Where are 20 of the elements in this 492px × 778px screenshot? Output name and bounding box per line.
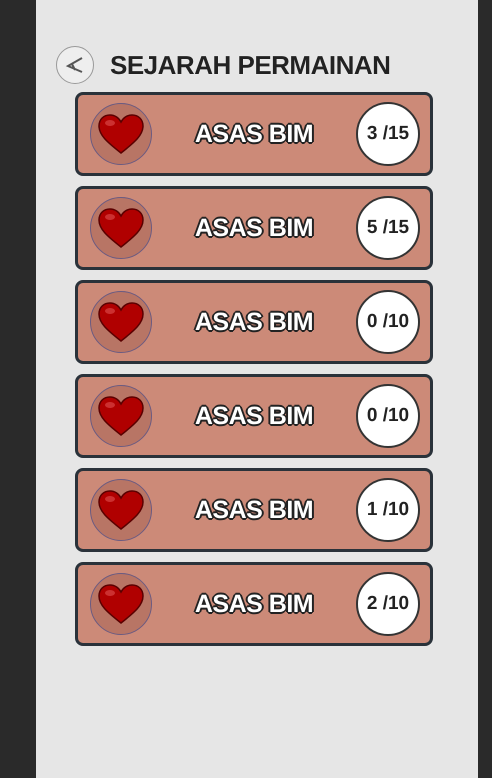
game-name: ASAS BIM	[194, 590, 314, 618]
score-badge: 3 /15	[356, 102, 420, 166]
game-history-card[interactable]: ASAS BIM 1 /10	[75, 468, 433, 552]
game-history-card[interactable]: ASAS BIM 5 /15	[75, 186, 433, 270]
score-badge: 1 /10	[356, 478, 420, 542]
score-badge: 0 /10	[356, 290, 420, 354]
game-name: ASAS BIM	[194, 308, 314, 336]
game-history-card[interactable]: ASAS BIM 0 /10	[75, 280, 433, 364]
score-badge: 0 /10	[356, 384, 420, 448]
game-name: ASAS BIM	[194, 214, 314, 242]
score-badge: 2 /10	[356, 572, 420, 636]
game-name: ASAS BIM	[194, 120, 314, 148]
game-history-card[interactable]: ASAS BIM 0 /10	[75, 374, 433, 458]
game-name: ASAS BIM	[194, 402, 314, 430]
screen-title: SEJARAH PERMAINAN	[110, 50, 390, 80]
back-button[interactable]	[56, 46, 94, 84]
game-history-card[interactable]: ASAS BIM 3 /15	[75, 92, 433, 176]
game-name: ASAS BIM	[194, 496, 314, 524]
game-history-card[interactable]: ASAS BIM 2 /10	[75, 562, 433, 646]
score-badge: 5 /15	[356, 196, 420, 260]
